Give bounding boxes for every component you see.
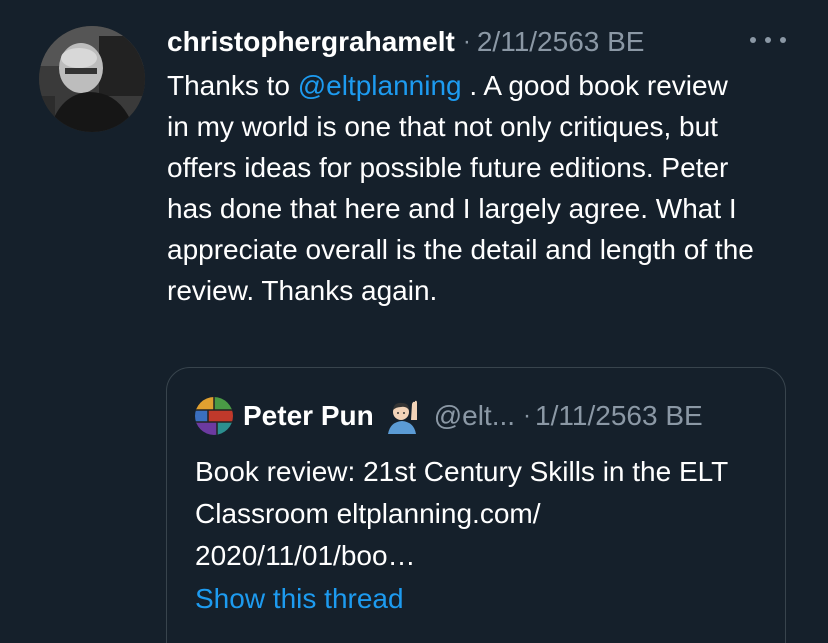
quoted-header-separator: · [523, 402, 532, 429]
quoted-tweet-text: Book review: 21st Century Skills in the … [195, 456, 728, 571]
more-horizontal-icon[interactable] [750, 28, 786, 52]
tweet-text-start: Thanks to [167, 70, 298, 101]
more-dot [765, 37, 771, 43]
header-separator: · [462, 28, 471, 55]
tweet[interactable]: christophergrahamelt · 2/11/2563 BE Than… [0, 0, 828, 643]
tweet-text: Thanks to @eltplanning . A good book rev… [167, 65, 757, 311]
tweet-text-rest: . A good book review in my world is one … [167, 70, 754, 306]
show-thread-link[interactable]: Show this thread [195, 583, 404, 615]
tweet-date[interactable]: 2/11/2563 BE [477, 26, 645, 58]
author-avatar[interactable] [39, 26, 145, 132]
author-username[interactable]: christophergrahamelt [167, 26, 455, 58]
quoted-tweet-header: Peter Pun @elt... · 1/11/2563 BE [195, 396, 703, 436]
quoted-author-avatar[interactable] [195, 397, 233, 435]
quoted-tweet-card[interactable]: Peter Pun @elt... · 1/11/2563 BE Book re… [166, 367, 786, 643]
more-dot [750, 37, 756, 43]
quoted-tweet-date[interactable]: 1/11/2563 BE [535, 400, 703, 432]
quoted-author-handle[interactable]: @elt... [434, 400, 515, 432]
more-dot [780, 37, 786, 43]
person-raising-hand-emoji-icon [384, 398, 420, 434]
quoted-author-name[interactable]: Peter Pun [243, 400, 374, 432]
mention-link[interactable]: @eltplanning [298, 70, 462, 101]
tweet-header: christophergrahamelt · 2/11/2563 BE [167, 22, 644, 62]
